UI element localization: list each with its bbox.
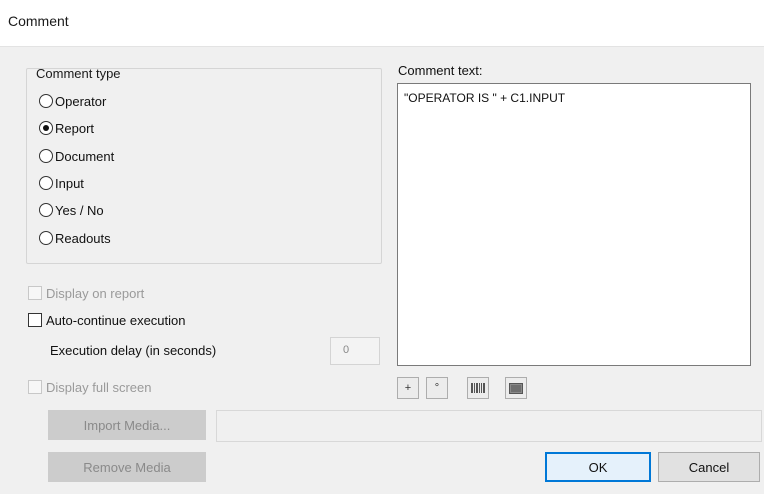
comment-type-label: Comment type (36, 66, 121, 81)
radio-label: Input (55, 175, 84, 191)
barcode-icon (471, 383, 485, 393)
execution-delay-label: Execution delay (in seconds) (50, 343, 217, 358)
display-on-report-checkbox[interactable]: Display on report (28, 283, 144, 303)
radio-label: Report (55, 120, 95, 136)
degree-icon: ° (434, 382, 440, 394)
radio-button[interactable] (39, 203, 53, 217)
radio-label: Readouts (55, 230, 111, 246)
radio-button[interactable] (39, 121, 53, 135)
radio-input[interactable]: Input (39, 172, 84, 194)
checkbox-box[interactable] (28, 286, 42, 300)
radio-document[interactable]: Document (39, 145, 114, 167)
radio-label: Document (55, 148, 115, 164)
display-full-screen-label: Display full screen (46, 379, 152, 395)
execution-delay-input[interactable]: 0 (330, 337, 380, 365)
remove-media-button[interactable]: Remove Media (48, 452, 206, 482)
media-path-field (216, 410, 762, 442)
radio-label: Operator (55, 93, 107, 109)
window-title: Comment (8, 13, 69, 29)
radio-button[interactable] (39, 176, 53, 190)
insert-barcode-button[interactable] (467, 377, 489, 399)
image-icon (509, 382, 523, 394)
auto-continue-label: Auto-continue execution (46, 312, 186, 328)
insert-image-button[interactable] (505, 377, 527, 399)
insert-plus-button[interactable]: + (397, 377, 419, 399)
import-media-button[interactable]: Import Media... (48, 410, 206, 440)
radio-button[interactable] (39, 149, 53, 163)
cancel-button[interactable]: Cancel (658, 452, 760, 482)
radio-button[interactable] (39, 94, 53, 108)
ok-button[interactable]: OK (545, 452, 651, 482)
display-on-report-label: Display on report (46, 285, 145, 301)
display-full-screen-checkbox[interactable]: Display full screen (28, 377, 152, 397)
radio-yes-no[interactable]: Yes / No (39, 199, 104, 221)
plus-icon: + (404, 382, 412, 394)
radio-label: Yes / No (55, 202, 104, 218)
comment-text-area[interactable]: "OPERATOR IS " + C1.INPUT (397, 83, 751, 366)
auto-continue-checkbox[interactable]: Auto-continue execution (28, 310, 185, 330)
radio-button[interactable] (39, 231, 53, 245)
comment-text-label: Comment text: (398, 63, 483, 78)
radio-report[interactable]: Report (39, 117, 94, 139)
radio-readouts[interactable]: Readouts (39, 227, 111, 249)
checkbox-box[interactable] (28, 380, 42, 394)
title-bar: Comment (0, 0, 764, 47)
radio-operator[interactable]: Operator (39, 90, 106, 112)
insert-degree-button[interactable]: ° (426, 377, 448, 399)
checkbox-box[interactable] (28, 313, 42, 327)
